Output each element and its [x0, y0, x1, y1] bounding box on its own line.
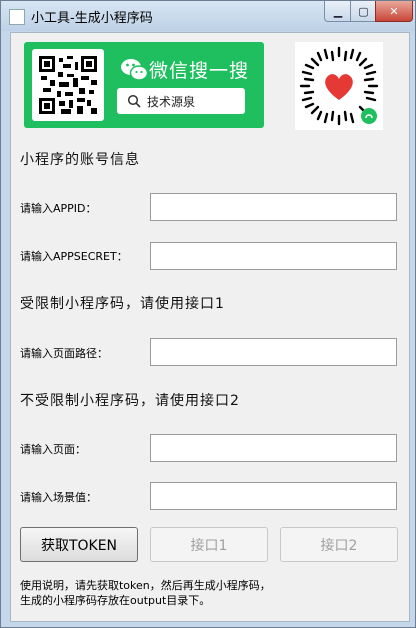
wechat-search-banner: 微信搜一搜 技术源泉 [24, 42, 264, 128]
page-label: 请输入页面： [20, 443, 86, 456]
appsecret-label: 请输入APPSECRET： [20, 250, 128, 263]
app-window: 小工具-生成小程序码 ▁ ▢ ✕ 微信搜一搜 技术源泉 小程序的账号信息 请输入… [0, 0, 416, 628]
wechat-icon [121, 59, 148, 81]
qr-code-icon [39, 56, 97, 114]
appid-input[interactable] [150, 193, 397, 221]
page-path-label: 请输入页面路径： [20, 347, 108, 360]
usage-note-line-2: 生成的小程序码存放在output目录下。 [20, 594, 211, 607]
api2-button[interactable]: 接口2 [280, 527, 398, 562]
qr-code-card [32, 49, 104, 121]
appsecret-input[interactable] [150, 242, 397, 270]
unlimited-section-title: 不受限制小程序码，请使用接口2 [20, 393, 240, 409]
page-input[interactable] [150, 434, 397, 462]
mini-program-code [295, 42, 383, 130]
account-section-title: 小程序的账号信息 [20, 152, 140, 168]
scene-input[interactable] [150, 482, 397, 510]
maximize-button[interactable]: ▢ [350, 1, 377, 22]
search-icon [127, 94, 141, 108]
search-keyword: 技术源泉 [147, 95, 196, 109]
page-path-input[interactable] [150, 338, 397, 366]
title-bar[interactable]: 小工具-生成小程序码 ▁ ▢ ✕ [1, 1, 415, 31]
appid-label: 请输入APPID： [20, 202, 97, 215]
wechat-search-box: 技术源泉 [117, 88, 245, 114]
mini-program-code-icon [299, 46, 379, 126]
limited-section-title: 受限制小程序码，请使用接口1 [20, 296, 225, 312]
api1-button[interactable]: 接口1 [150, 527, 268, 562]
minimize-button[interactable]: ▁ [324, 1, 352, 22]
window-title: 小工具-生成小程序码 [31, 11, 153, 26]
wechat-search-title: 微信搜一搜 [149, 60, 250, 82]
close-button[interactable]: ✕ [375, 1, 413, 22]
scene-label: 请输入场景值： [20, 491, 97, 504]
app-icon [9, 9, 25, 25]
client-area: 微信搜一搜 技术源泉 小程序的账号信息 请输入APPID： 请输入APPSECR… [10, 32, 410, 622]
usage-note-line-1: 使用说明，请先获取token，然后再生成小程序码， [20, 579, 271, 592]
get-token-button[interactable]: 获取TOKEN [20, 527, 138, 562]
